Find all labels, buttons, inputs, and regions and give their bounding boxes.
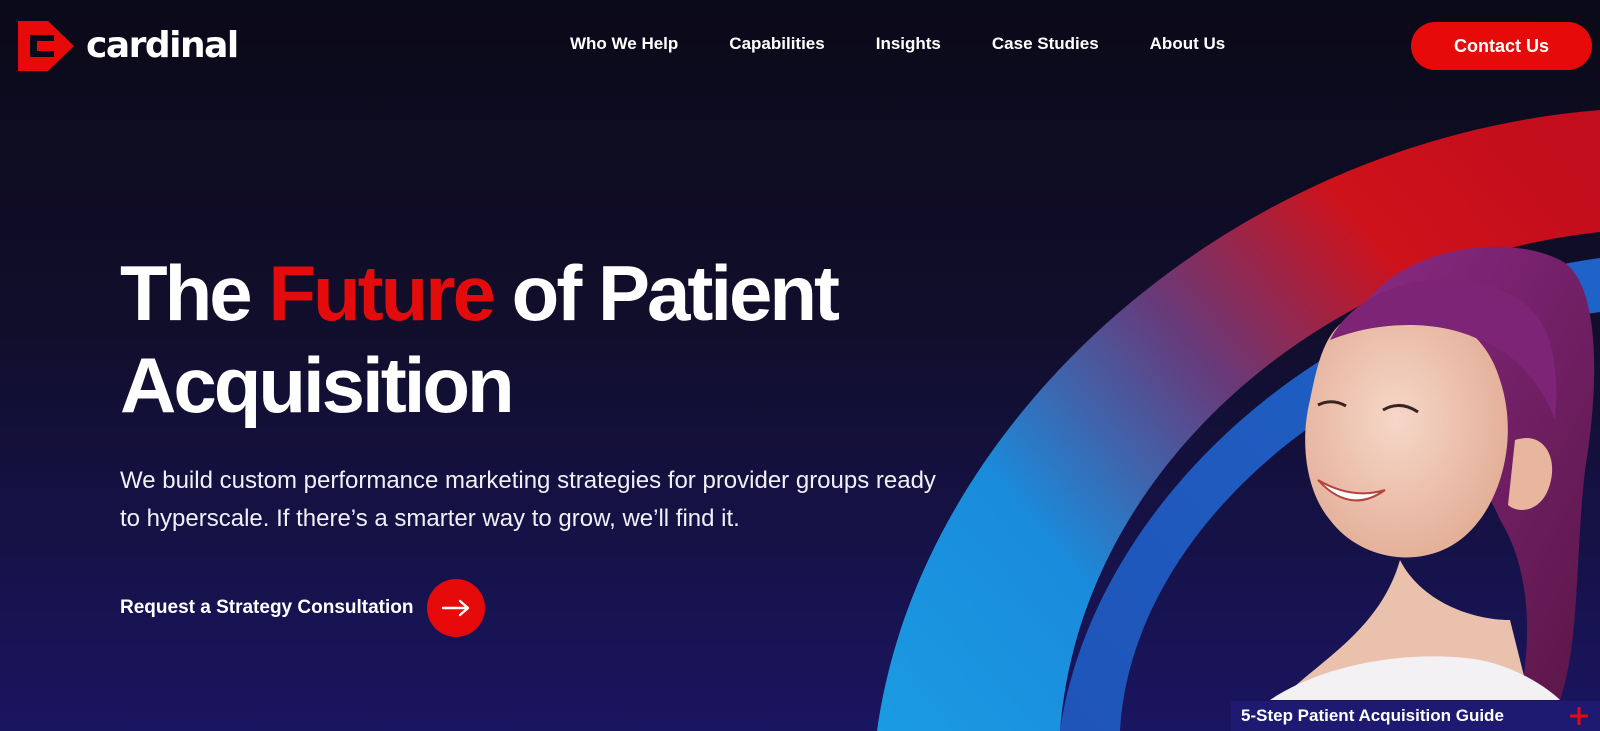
- nav-case-studies[interactable]: Case Studies: [992, 34, 1099, 54]
- nav-insights[interactable]: Insights: [876, 34, 941, 54]
- plus-icon[interactable]: [1570, 707, 1588, 725]
- hero-subtext: We build custom performance marketing st…: [120, 467, 936, 532]
- nav-who-we-help[interactable]: Who We Help: [570, 34, 678, 54]
- contact-us-button[interactable]: Contact Us: [1411, 22, 1592, 70]
- headline-accent: Future: [268, 249, 496, 337]
- cardinal-logo-icon: [18, 21, 74, 71]
- nav-about-us[interactable]: About Us: [1150, 34, 1226, 54]
- strategy-consultation-cta[interactable]: Request a Strategy Consultation: [120, 579, 485, 637]
- main-nav: Who We Help Capabilities Insights Case S…: [570, 34, 1225, 54]
- hero-headline: The Future of Patient Acquisition: [120, 247, 940, 431]
- headline-part2: of Patient: [493, 249, 840, 337]
- headline-part1: The: [120, 249, 269, 337]
- arrow-right-icon: [441, 599, 469, 617]
- logo[interactable]: cardinal: [14, 19, 239, 73]
- logo-wordmark: cardinal: [86, 25, 239, 66]
- guide-label: 5-Step Patient Acquisition Guide: [1241, 706, 1504, 725]
- nav-capabilities[interactable]: Capabilities: [729, 34, 824, 54]
- guide-bar[interactable]: 5-Step Patient Acquisition Guide: [1231, 701, 1600, 731]
- cta-label: Request a Strategy Consultation: [120, 597, 414, 618]
- cta-arrow-button[interactable]: [426, 579, 485, 637]
- headline-line2: Acquisition: [120, 341, 515, 429]
